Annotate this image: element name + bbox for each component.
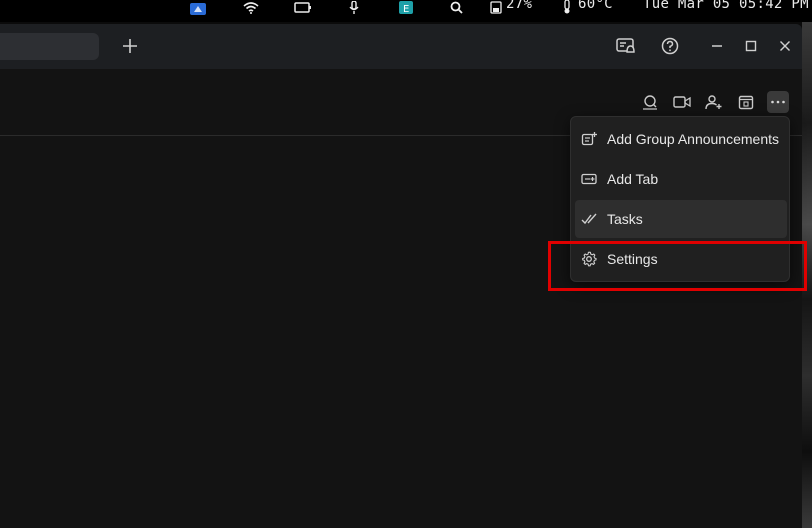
- add-member-icon[interactable]: [703, 91, 725, 113]
- more-options-menu: Add Group Announcements Add Tab Tasks Se…: [570, 116, 790, 282]
- e-app-icon[interactable]: E: [399, 0, 413, 15]
- menu-item-label: Settings: [607, 251, 658, 267]
- notifications-bell-icon[interactable]: [614, 34, 638, 58]
- calendar-icon[interactable]: [735, 91, 757, 113]
- menu-item-settings[interactable]: Settings: [575, 240, 787, 278]
- app-badge-icon[interactable]: [190, 0, 206, 15]
- menu-item-add-group-announcements[interactable]: Add Group Announcements: [575, 120, 787, 158]
- system-bar: E 27% 60°C Tue Mar 05 05:42 PM: [0, 0, 812, 22]
- tasks-check-icon: [581, 211, 597, 227]
- desktop-background: [802, 22, 812, 528]
- video-call-icon[interactable]: [671, 91, 693, 113]
- title-bar: [0, 24, 802, 69]
- settings-gear-icon: [581, 251, 597, 267]
- search-chat-icon[interactable]: [639, 91, 661, 113]
- clock[interactable]: Tue Mar 05 05:42 PM: [643, 0, 809, 12]
- temperature-readout: 60°C: [578, 0, 613, 12]
- screen-share-icon[interactable]: [294, 0, 312, 13]
- thermometer-icon: [562, 0, 572, 14]
- wifi-icon[interactable]: [243, 0, 259, 14]
- announcement-icon: [581, 131, 597, 147]
- battery-percent: 27%: [506, 0, 533, 12]
- more-options-icon[interactable]: [767, 91, 789, 113]
- menu-item-label: Tasks: [607, 211, 643, 227]
- menu-item-tasks[interactable]: Tasks: [575, 200, 787, 238]
- help-icon[interactable]: [658, 34, 682, 58]
- battery-icon: [490, 0, 502, 14]
- minimize-icon[interactable]: [705, 34, 729, 58]
- microphone-icon[interactable]: [348, 0, 360, 14]
- new-tab-plus-icon[interactable]: [118, 34, 142, 58]
- search-box[interactable]: [0, 33, 99, 60]
- close-icon[interactable]: [773, 34, 797, 58]
- screen: E 27% 60°C Tue Mar 05 05:42 PM Add Group…: [0, 0, 812, 528]
- menu-item-label: Add Group Announcements: [607, 131, 780, 147]
- search-icon[interactable]: [450, 0, 463, 14]
- menu-item-add-tab[interactable]: Add Tab: [575, 160, 787, 198]
- add-tab-icon: [581, 171, 597, 187]
- menu-item-label: Add Tab: [607, 171, 659, 187]
- maximize-icon[interactable]: [739, 34, 763, 58]
- svg-text:E: E: [403, 4, 409, 14]
